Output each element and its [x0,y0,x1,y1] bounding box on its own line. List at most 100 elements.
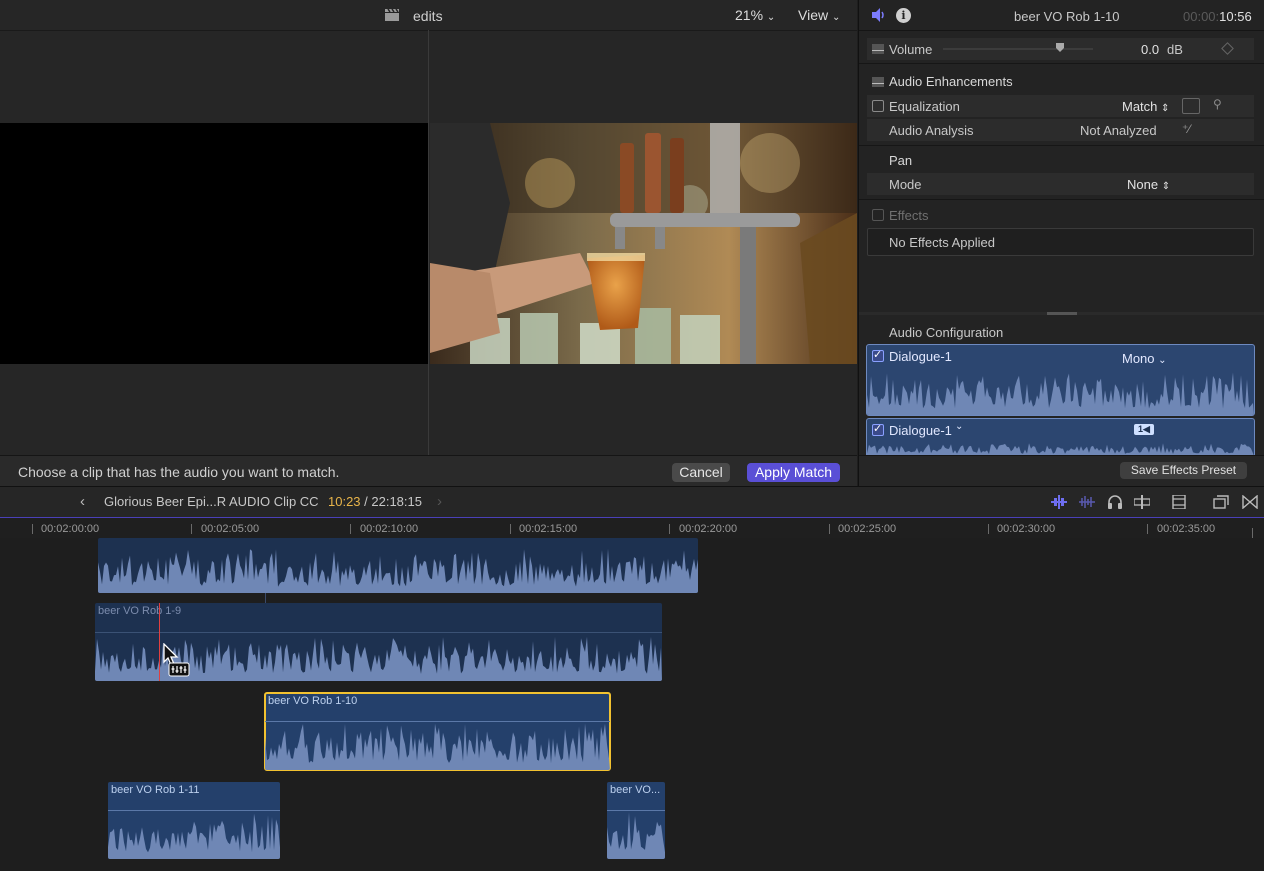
inspector-timecode: 00:00:10:56 [1183,9,1252,24]
analysis-label: Audio Analysis [889,123,974,138]
channel-format-dropdown[interactable]: Mono ⌄ [1122,351,1167,366]
zoom-dropdown[interactable]: 21% ⌄ [735,7,775,23]
ruler-label: 00:02:35:00 [1157,523,1216,535]
magic-wand-icon[interactable]: ⁺⁄ [1182,122,1190,136]
timeline-clip[interactable]: beer VO Rob 1-11 [108,782,280,859]
timeline-clip[interactable] [98,538,698,593]
timeline-clip-selected[interactable]: beer VO Rob 1-10 [264,692,611,771]
clip-name: beer VO... [610,784,661,796]
equalization-label: Equalization [889,99,960,114]
ruler-label: 00:02:20:00 [679,523,738,535]
clip-waveform [607,812,665,859]
chevron-down-icon: ⌄ [766,12,776,23]
clip-appearance-icon[interactable] [1051,495,1067,509]
viewer-title: edits [413,8,443,24]
no-effects-text: No Effects Applied [889,235,995,250]
time-current: 10:23 [328,494,361,509]
pan-label: Pan [889,153,913,168]
cancel-button[interactable]: Cancel [672,463,730,482]
inspector-clip-name: beer VO Rob 1-10 [1014,9,1120,24]
enhancements-label: Audio Enhancements [889,74,1013,89]
snapping-icon[interactable] [1134,495,1150,509]
inspector-footer: Save Effects Preset [859,455,1264,487]
volume-slider[interactable] [943,43,1093,52]
section-icon [872,77,884,87]
volume-label: Volume [889,42,933,57]
chevron-down-icon[interactable]: ⌄ [955,421,963,432]
pan-mode-row: Mode None ⇕ [867,173,1254,195]
volume-knob[interactable] [1056,43,1064,52]
viewer-header: edits 21% ⌄ View ⌄ [0,0,857,31]
mode-label: Mode [889,177,922,192]
waveform-shape [98,548,698,593]
project-name: Glorious Beer Epi...R AUDIO Clip CC [104,494,319,509]
viewer-image-beer-tap [430,123,857,364]
match-prompt: Choose a clip that has the audio you wan… [18,464,340,480]
effects-checkbox[interactable] [872,209,884,221]
apply-match-button[interactable]: Apply Match [747,463,840,482]
filmstrip-icon[interactable] [1171,495,1187,509]
channel-badge: 1◀ [1134,424,1154,435]
equalization-checkbox[interactable] [872,100,884,112]
section-icon [872,44,884,54]
channel-checkbox[interactable] [872,348,884,362]
mode-dropdown[interactable]: None ⇕ [1127,177,1170,192]
timeline-ruler[interactable]: 00:02:00:00 00:02:05:00 00:02:10:00 00:0… [0,517,1264,538]
equalization-value: Match [1122,99,1158,114]
forward-arrow-icon[interactable]: › [437,493,442,510]
timeline-index-icon[interactable] [1213,495,1229,509]
waveform-shape [108,813,280,859]
transitions-icon[interactable] [1242,495,1258,509]
ruler-label: 00:02:10:00 [360,523,419,535]
timeline-clip[interactable]: beer VO... [607,782,665,859]
headphones-icon[interactable] [1107,495,1123,509]
viewer: edits 21% ⌄ View ⌄ Choose a clip that ha… [0,0,857,487]
channel-name: Dialogue-1 [889,349,952,364]
viewer-divider [428,30,429,455]
info-icon[interactable]: i [896,8,911,23]
mode-value: None [1127,177,1159,192]
waveform-shape [867,372,1254,415]
updown-icon: ⇕ [1161,181,1171,192]
audio-config-label: Audio Configuration [889,325,1004,340]
timeline-header: ‹ Glorious Beer Epi...R AUDIO Clip CC 10… [0,486,1264,517]
waveform-shape [607,812,665,859]
volume-value[interactable]: 0.0 [1141,42,1159,57]
effects-list[interactable]: No Effects Applied [867,228,1254,256]
audio-skimming-icon[interactable] [1079,495,1095,509]
equalizer-icon[interactable] [1182,98,1200,114]
save-effects-preset-button[interactable]: Save Effects Preset [1120,462,1247,479]
speaker-icon[interactable] [871,8,887,22]
keyframe-icon[interactable] [1221,42,1234,55]
clip-name: beer VO Rob 1-10 [268,695,358,707]
audio-channel-card[interactable]: Dialogue-1 Mono ⌄ [866,344,1255,416]
panel-splitter[interactable] [859,312,1264,315]
timeline-timecode: 10:23 / 22:18:15 [328,494,422,509]
audio-channel-card[interactable]: Dialogue-1 ⌄ 1◀ [866,418,1255,456]
channel-name: Dialogue-1 [889,423,952,438]
skimmer-line [159,603,160,681]
clip-waveform [108,813,280,859]
viewer-left-frame [0,123,428,364]
ruler-label: 00:02:15:00 [519,523,578,535]
back-arrow-icon[interactable]: ‹ [80,493,85,510]
equalization-dropdown[interactable]: Match ⇕ [1122,99,1169,114]
channel-format: Mono [1122,351,1155,366]
match-cursor-icon [163,643,190,677]
view-menu[interactable]: View ⌄ [798,7,840,23]
timecode-dim: 00:00: [1183,9,1220,24]
channel-badge-text: 1 [1138,424,1144,434]
match-bar: Choose a clip that has the audio you wan… [0,455,857,487]
clip-waveform [265,723,610,770]
analysis-value: Not Analyzed [1080,123,1157,138]
ruler-label: 00:02:25:00 [838,523,897,535]
wand-icon[interactable]: ⚲ [1213,97,1222,111]
channel-checkbox[interactable] [872,422,884,436]
channel-waveform [867,372,1254,415]
ruler-label: 00:02:30:00 [997,523,1056,535]
view-label: View [798,7,829,23]
chevron-down-icon: ⌄ [831,12,841,23]
waveform-shape [265,723,610,770]
clapperboard-icon [385,9,399,21]
effects-label: Effects [889,208,929,223]
